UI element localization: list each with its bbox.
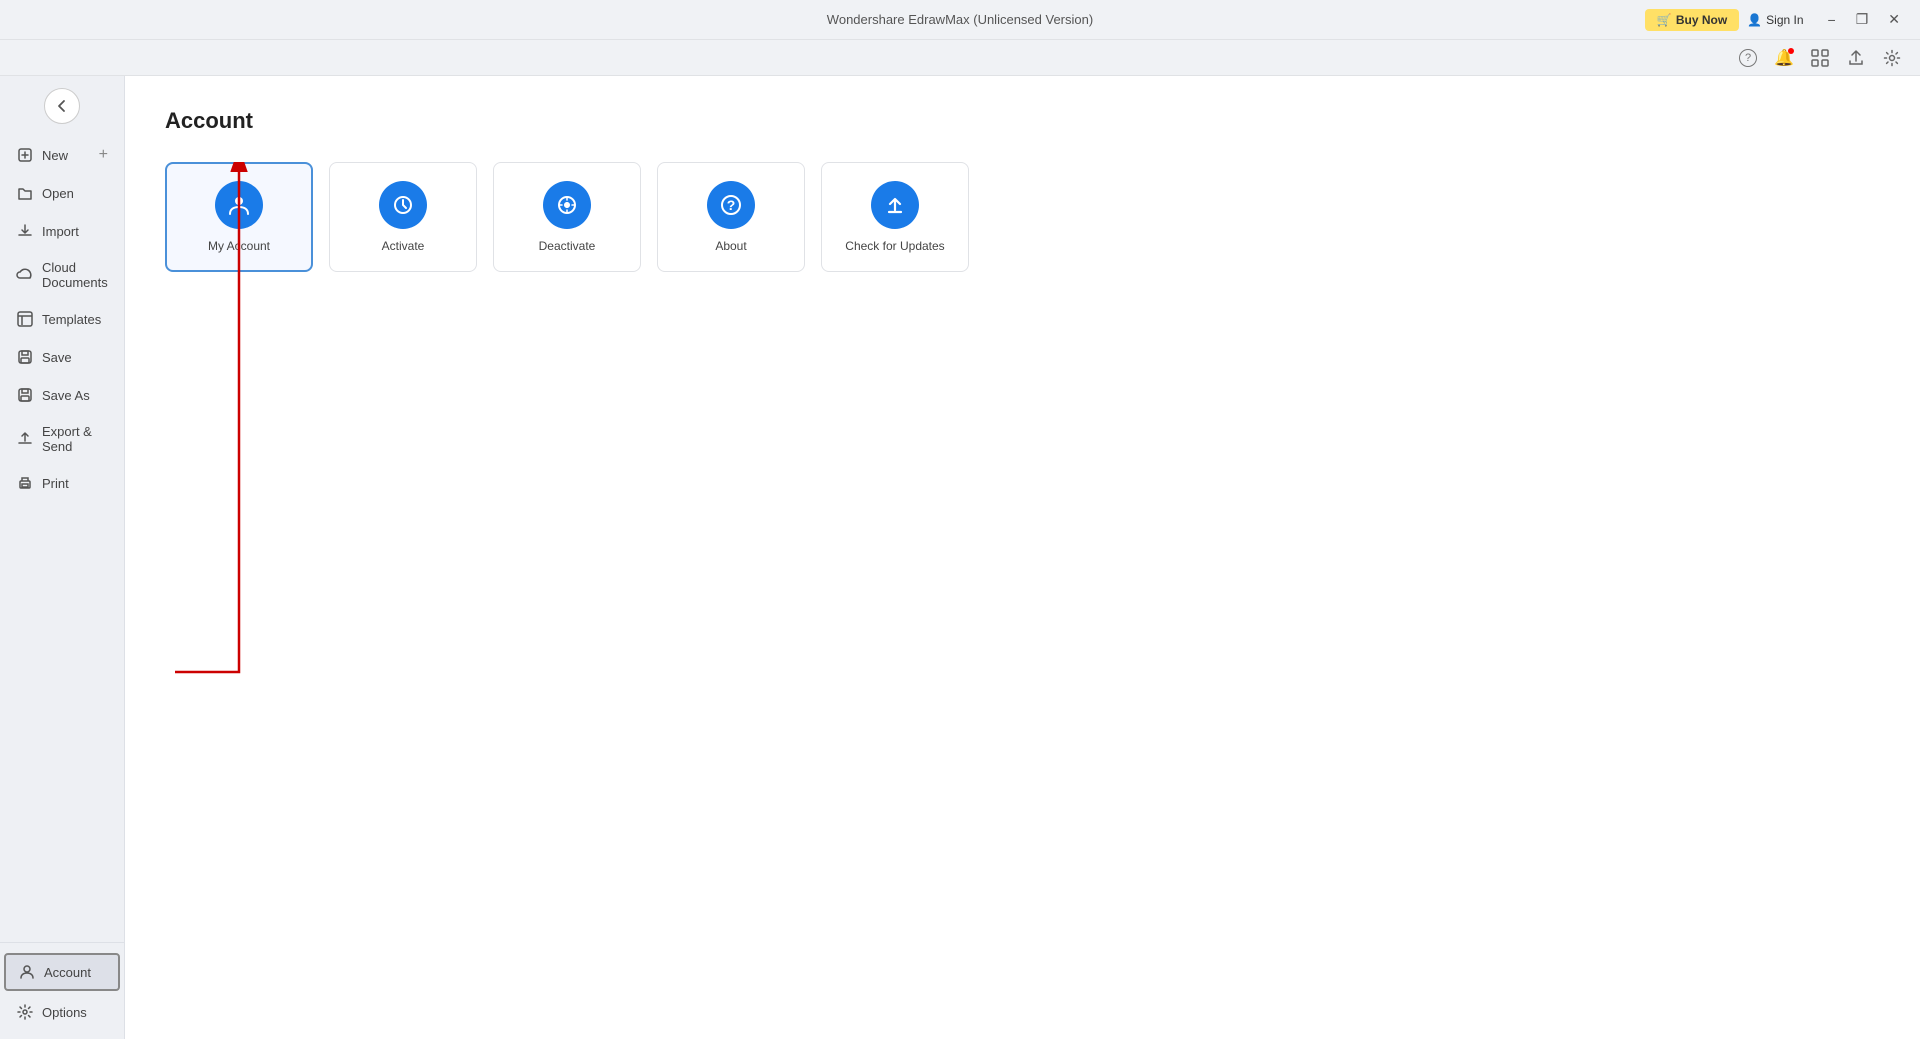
cart-icon: 🛒 xyxy=(1657,13,1672,27)
saveas-icon xyxy=(16,386,34,404)
sidebar-item-import[interactable]: Import xyxy=(0,212,124,250)
cards-row: My Account Activate xyxy=(165,162,969,272)
main-layout: New + Open xyxy=(0,76,1920,1039)
notification-icon[interactable]: 🔔 xyxy=(1772,46,1796,70)
import-icon xyxy=(16,222,34,240)
grid-icon[interactable] xyxy=(1808,46,1832,70)
check-updates-icon xyxy=(871,181,919,229)
card-check-updates[interactable]: Check for Updates xyxy=(821,162,969,272)
open-icon xyxy=(16,184,34,202)
top-icon-bar: ? 🔔 xyxy=(0,40,1920,76)
restore-button[interactable]: ❐ xyxy=(1848,9,1877,30)
about-icon: ? xyxy=(707,181,755,229)
sidebar-item-export[interactable]: Export & Send xyxy=(0,414,124,464)
sidebar-item-save[interactable]: Save xyxy=(0,338,124,376)
sign-in-button[interactable]: 👤 Sign In xyxy=(1747,13,1803,27)
svg-text:?: ? xyxy=(727,197,736,213)
sidebar-nav: New + Open xyxy=(0,128,124,942)
sidebar-item-label: Print xyxy=(42,476,69,491)
sidebar-item-label: Export & Send xyxy=(42,424,108,454)
content-area: Account My Account xyxy=(125,76,1920,1039)
card-label: Check for Updates xyxy=(845,239,944,253)
sidebar-item-templates[interactable]: Templates xyxy=(0,300,124,338)
card-my-account[interactable]: My Account xyxy=(165,162,313,272)
account-icon xyxy=(18,963,36,981)
sidebar-item-label: Options xyxy=(42,1005,87,1020)
card-label: Deactivate xyxy=(539,239,596,253)
sidebar-item-account[interactable]: Account xyxy=(4,953,120,991)
sidebar-item-label: Save As xyxy=(42,388,90,403)
card-label: About xyxy=(715,239,746,253)
activate-icon xyxy=(379,181,427,229)
new-plus-icon: + xyxy=(99,146,108,164)
new-icon xyxy=(16,146,34,164)
share-icon[interactable] xyxy=(1844,46,1868,70)
cloud-icon xyxy=(16,266,34,284)
sidebar-item-label: Save xyxy=(42,350,72,365)
card-label: Activate xyxy=(382,239,425,253)
buy-now-button[interactable]: 🛒 Buy Now xyxy=(1645,9,1739,31)
sidebar-item-label: Account xyxy=(44,965,91,980)
user-icon: 👤 xyxy=(1747,13,1762,27)
page-title: Account xyxy=(165,108,1880,134)
minimize-button[interactable]: − xyxy=(1820,9,1844,30)
sidebar-item-print[interactable]: Print xyxy=(0,464,124,502)
sidebar-item-label: Open xyxy=(42,186,74,201)
sidebar-item-cloud[interactable]: Cloud Documents xyxy=(0,250,124,300)
sidebar-item-new[interactable]: New + xyxy=(0,136,124,174)
export-icon xyxy=(16,430,34,448)
templates-icon xyxy=(16,310,34,328)
my-account-icon xyxy=(215,181,263,229)
save-icon xyxy=(16,348,34,366)
sidebar-item-label: Cloud Documents xyxy=(42,260,108,290)
print-icon xyxy=(16,474,34,492)
options-icon xyxy=(16,1003,34,1021)
app-title: Wondershare EdrawMax (Unlicensed Version… xyxy=(827,12,1093,27)
window-controls: − ❐ ✕ xyxy=(1820,9,1908,30)
close-button[interactable]: ✕ xyxy=(1880,9,1908,30)
back-button[interactable] xyxy=(44,88,80,124)
sidebar: New + Open xyxy=(0,76,125,1039)
sidebar-item-label: Import xyxy=(42,224,79,239)
sidebar-item-options[interactable]: Options xyxy=(0,993,124,1031)
settings-gear-icon[interactable] xyxy=(1880,46,1904,70)
notification-badge xyxy=(1788,48,1794,54)
card-label: My Account xyxy=(208,239,270,253)
deactivate-icon xyxy=(543,181,591,229)
help-icon[interactable]: ? xyxy=(1736,46,1760,70)
title-bar: Wondershare EdrawMax (Unlicensed Version… xyxy=(0,0,1920,40)
sidebar-item-open[interactable]: Open xyxy=(0,174,124,212)
sidebar-bottom: Account Options xyxy=(0,942,124,1039)
card-about[interactable]: ? About xyxy=(657,162,805,272)
new-label: New xyxy=(42,148,68,163)
card-activate[interactable]: Activate xyxy=(329,162,477,272)
sidebar-item-saveas[interactable]: Save As xyxy=(0,376,124,414)
sidebar-item-label: Templates xyxy=(42,312,101,327)
card-deactivate[interactable]: Deactivate xyxy=(493,162,641,272)
